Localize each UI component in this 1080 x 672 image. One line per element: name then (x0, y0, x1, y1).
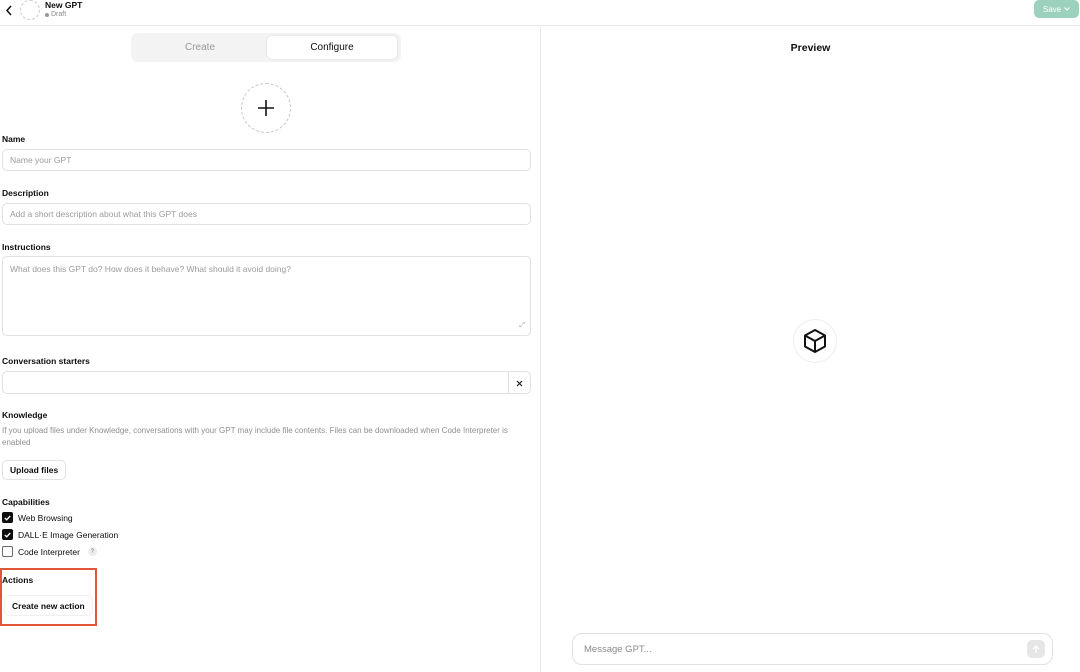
conversation-starter-input[interactable] (2, 371, 531, 394)
status-dot (45, 12, 49, 17)
capability-code-interpreter: Code Interpreter ? (2, 546, 97, 557)
arrow-up-icon (1032, 644, 1040, 653)
draft-status: Draft (45, 11, 66, 18)
close-icon (516, 380, 523, 386)
image-generation-label: DALL·E Image Generation (18, 529, 119, 540)
expand-icon[interactable]: ⤢ (519, 322, 525, 330)
send-button[interactable] (1027, 640, 1045, 658)
draft-label: Draft (51, 11, 67, 18)
description-input[interactable]: Add a short description about what this … (2, 203, 531, 225)
gpt-avatar-placeholder (20, 0, 40, 20)
gpt-logo (793, 319, 837, 363)
upload-files-button[interactable]: Upload files (2, 460, 67, 480)
knowledge-label: Knowledge (2, 410, 48, 420)
chevron-down-icon (1064, 7, 1070, 11)
gpt-title: New GPT (45, 0, 83, 10)
mode-tabs: Create Configure (131, 33, 401, 62)
save-label: Save (1042, 4, 1062, 14)
name-input[interactable]: Name your GPT (2, 149, 531, 171)
image-generation-checkbox[interactable] (2, 529, 13, 540)
instructions-textarea[interactable]: What does this GPT do? How does it behav… (2, 256, 531, 336)
capabilities-label: Capabilities (2, 497, 50, 507)
name-label: Name (2, 134, 26, 144)
save-button[interactable]: Save (1034, 0, 1079, 18)
checkmark-icon (4, 515, 11, 521)
description-label: Description (2, 188, 49, 198)
configure-pane: Create Configure Name Name your GPT Desc… (0, 27, 540, 672)
conversation-starters-label: Conversation starters (2, 356, 90, 366)
preview-pane: Preview Message GPT... (541, 27, 1080, 672)
tab-configure[interactable]: Configure (267, 36, 397, 59)
help-icon[interactable]: ? (87, 547, 97, 556)
tab-create[interactable]: Create (134, 36, 266, 59)
remove-starter-button[interactable] (508, 372, 530, 394)
description-placeholder: Add a short description about what this … (10, 209, 197, 219)
cube-icon (804, 329, 826, 353)
message-input[interactable]: Message GPT... (572, 633, 1053, 665)
top-bar: New GPT Draft Save (0, 0, 1080, 26)
actions-highlight-box (0, 568, 97, 626)
capability-image-generation: DALL·E Image Generation (2, 529, 118, 540)
knowledge-note: If you upload files under Knowledge, con… (2, 426, 508, 447)
capability-web-browsing: Web Browsing (2, 512, 73, 523)
web-browsing-checkbox[interactable] (2, 512, 13, 523)
add-avatar-button[interactable] (241, 83, 291, 133)
plus-icon (258, 100, 274, 116)
instructions-label: Instructions (2, 242, 51, 252)
web-browsing-label: Web Browsing (18, 512, 73, 523)
code-interpreter-label: Code Interpreter (18, 546, 80, 557)
message-placeholder: Message GPT... (584, 643, 652, 655)
code-interpreter-checkbox[interactable] (2, 546, 13, 557)
preview-title: Preview (790, 42, 831, 54)
instructions-placeholder: What does this GPT do? How does it behav… (10, 264, 291, 274)
back-chevron-icon (5, 5, 12, 15)
name-placeholder: Name your GPT (10, 155, 72, 165)
checkmark-icon (4, 532, 11, 538)
back-button[interactable] (3, 4, 15, 16)
